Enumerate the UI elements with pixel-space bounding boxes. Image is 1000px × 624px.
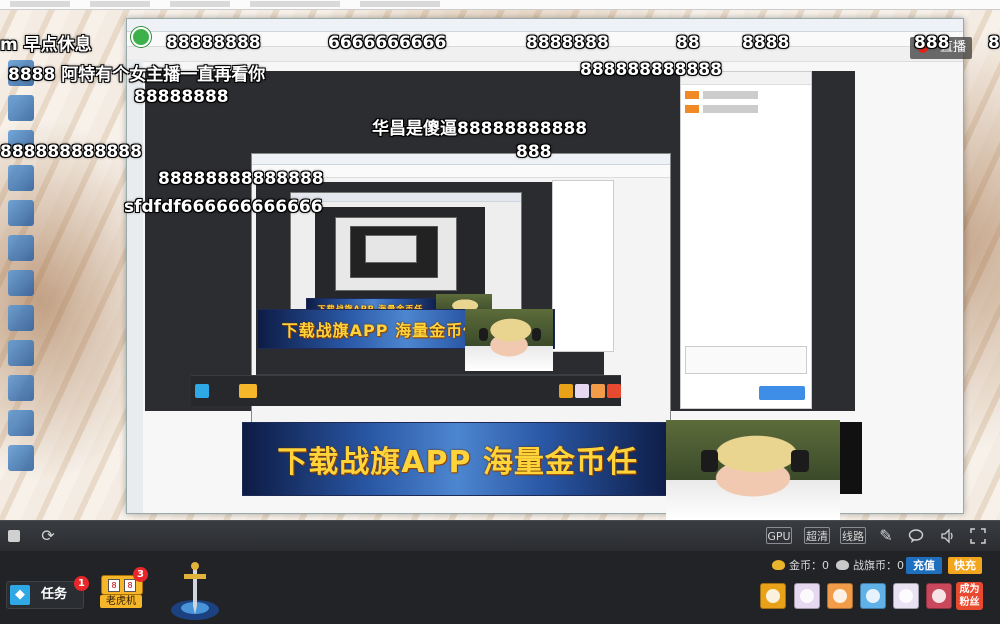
danmaku-comment: 88888888 <box>134 87 229 107</box>
danmaku-comment: 华昌是傻逼88888888888 <box>372 119 588 139</box>
ghost-gift-icon[interactable] <box>860 583 886 609</box>
player-controls: ⟳ GPU 超清 线路 ✎ <box>0 520 1000 551</box>
stop-icon[interactable] <box>4 526 24 546</box>
fullscreen-icon[interactable] <box>968 526 988 546</box>
quick-recharge-button[interactable]: 快充 <box>948 557 982 574</box>
captured-panel <box>191 375 621 406</box>
gpu-button[interactable]: GPU <box>766 527 792 544</box>
danmaku-comment: 88 <box>676 33 700 53</box>
line-button[interactable]: 线路 <box>840 527 866 544</box>
sword-mascot-icon <box>171 562 219 620</box>
danmaku-comment: 888 <box>516 142 552 162</box>
captured-taskbar-strip <box>0 0 1000 10</box>
captured-qr-strip <box>838 422 862 494</box>
gold-coin-icon <box>772 560 785 570</box>
danmaku-comment: 888888888888 <box>0 142 142 162</box>
gold-coin-balance: 金币：0 <box>772 558 829 574</box>
streamer-webcam <box>666 420 840 520</box>
refresh-icon[interactable]: ⟳ <box>38 526 58 546</box>
task-badge: 1 <box>74 576 89 591</box>
recharge-button[interactable]: 充值 <box>906 557 942 574</box>
sword-gift-icon[interactable] <box>760 583 786 609</box>
captured-desktop-icons <box>8 60 42 480</box>
stream-video[interactable]: 下载战旗APP 海量金币任 下载战旗APP 海量金币任 直播 m 早点休息 88… <box>0 0 1000 520</box>
bunny-gift-icon[interactable] <box>794 583 820 609</box>
danmaku-comment: 8 <box>988 33 1000 53</box>
danmaku-comment: 6666666666 <box>328 33 447 53</box>
zhanqi-coin-balance: 战旗币：0 <box>836 558 904 574</box>
task-label: 任务 <box>41 587 68 602</box>
captured-chat-panel <box>680 71 812 409</box>
danmaku-comment: sfdfdf666666666666 <box>124 197 323 217</box>
danmaku-comment: 8888888 <box>526 33 609 53</box>
edit-icon[interactable]: ✎ <box>876 526 896 546</box>
boot-gift-icon[interactable] <box>893 583 919 609</box>
quality-button[interactable]: 超清 <box>804 527 830 544</box>
volume-icon[interactable] <box>938 526 958 546</box>
bag-gift-icon[interactable] <box>926 583 952 609</box>
zhanqi-coin-icon <box>836 560 849 570</box>
slot-machine-badge: 3 <box>133 567 148 582</box>
browser-logo-icon <box>131 27 151 47</box>
become-fan-button[interactable]: 成为粉丝 <box>956 582 983 610</box>
face-gift-icon[interactable] <box>827 583 853 609</box>
danmaku-comment: 888888888888 <box>580 60 722 80</box>
danmaku-comment: m 早点休息 <box>0 35 92 55</box>
slot-machine-label: 老虎机 <box>100 595 142 608</box>
captured-webcam-medium <box>465 309 553 371</box>
task-button[interactable]: ◆ 任务 <box>6 581 84 609</box>
danmaku-comment: 88888888 <box>166 33 261 53</box>
captured-banner-large: 下载战旗APP 海量金币任 <box>242 422 672 496</box>
danmaku-comment: 8888 <box>742 33 790 53</box>
diamond-icon: ◆ <box>10 585 30 605</box>
danmaku-comment: 888 <box>914 33 950 53</box>
danmaku-comment: 8888 阿特有个女主播一直再看你 <box>8 65 266 85</box>
danmaku-toggle-icon[interactable] <box>906 526 926 546</box>
danmaku-comment: 88888888888888 <box>158 169 324 189</box>
